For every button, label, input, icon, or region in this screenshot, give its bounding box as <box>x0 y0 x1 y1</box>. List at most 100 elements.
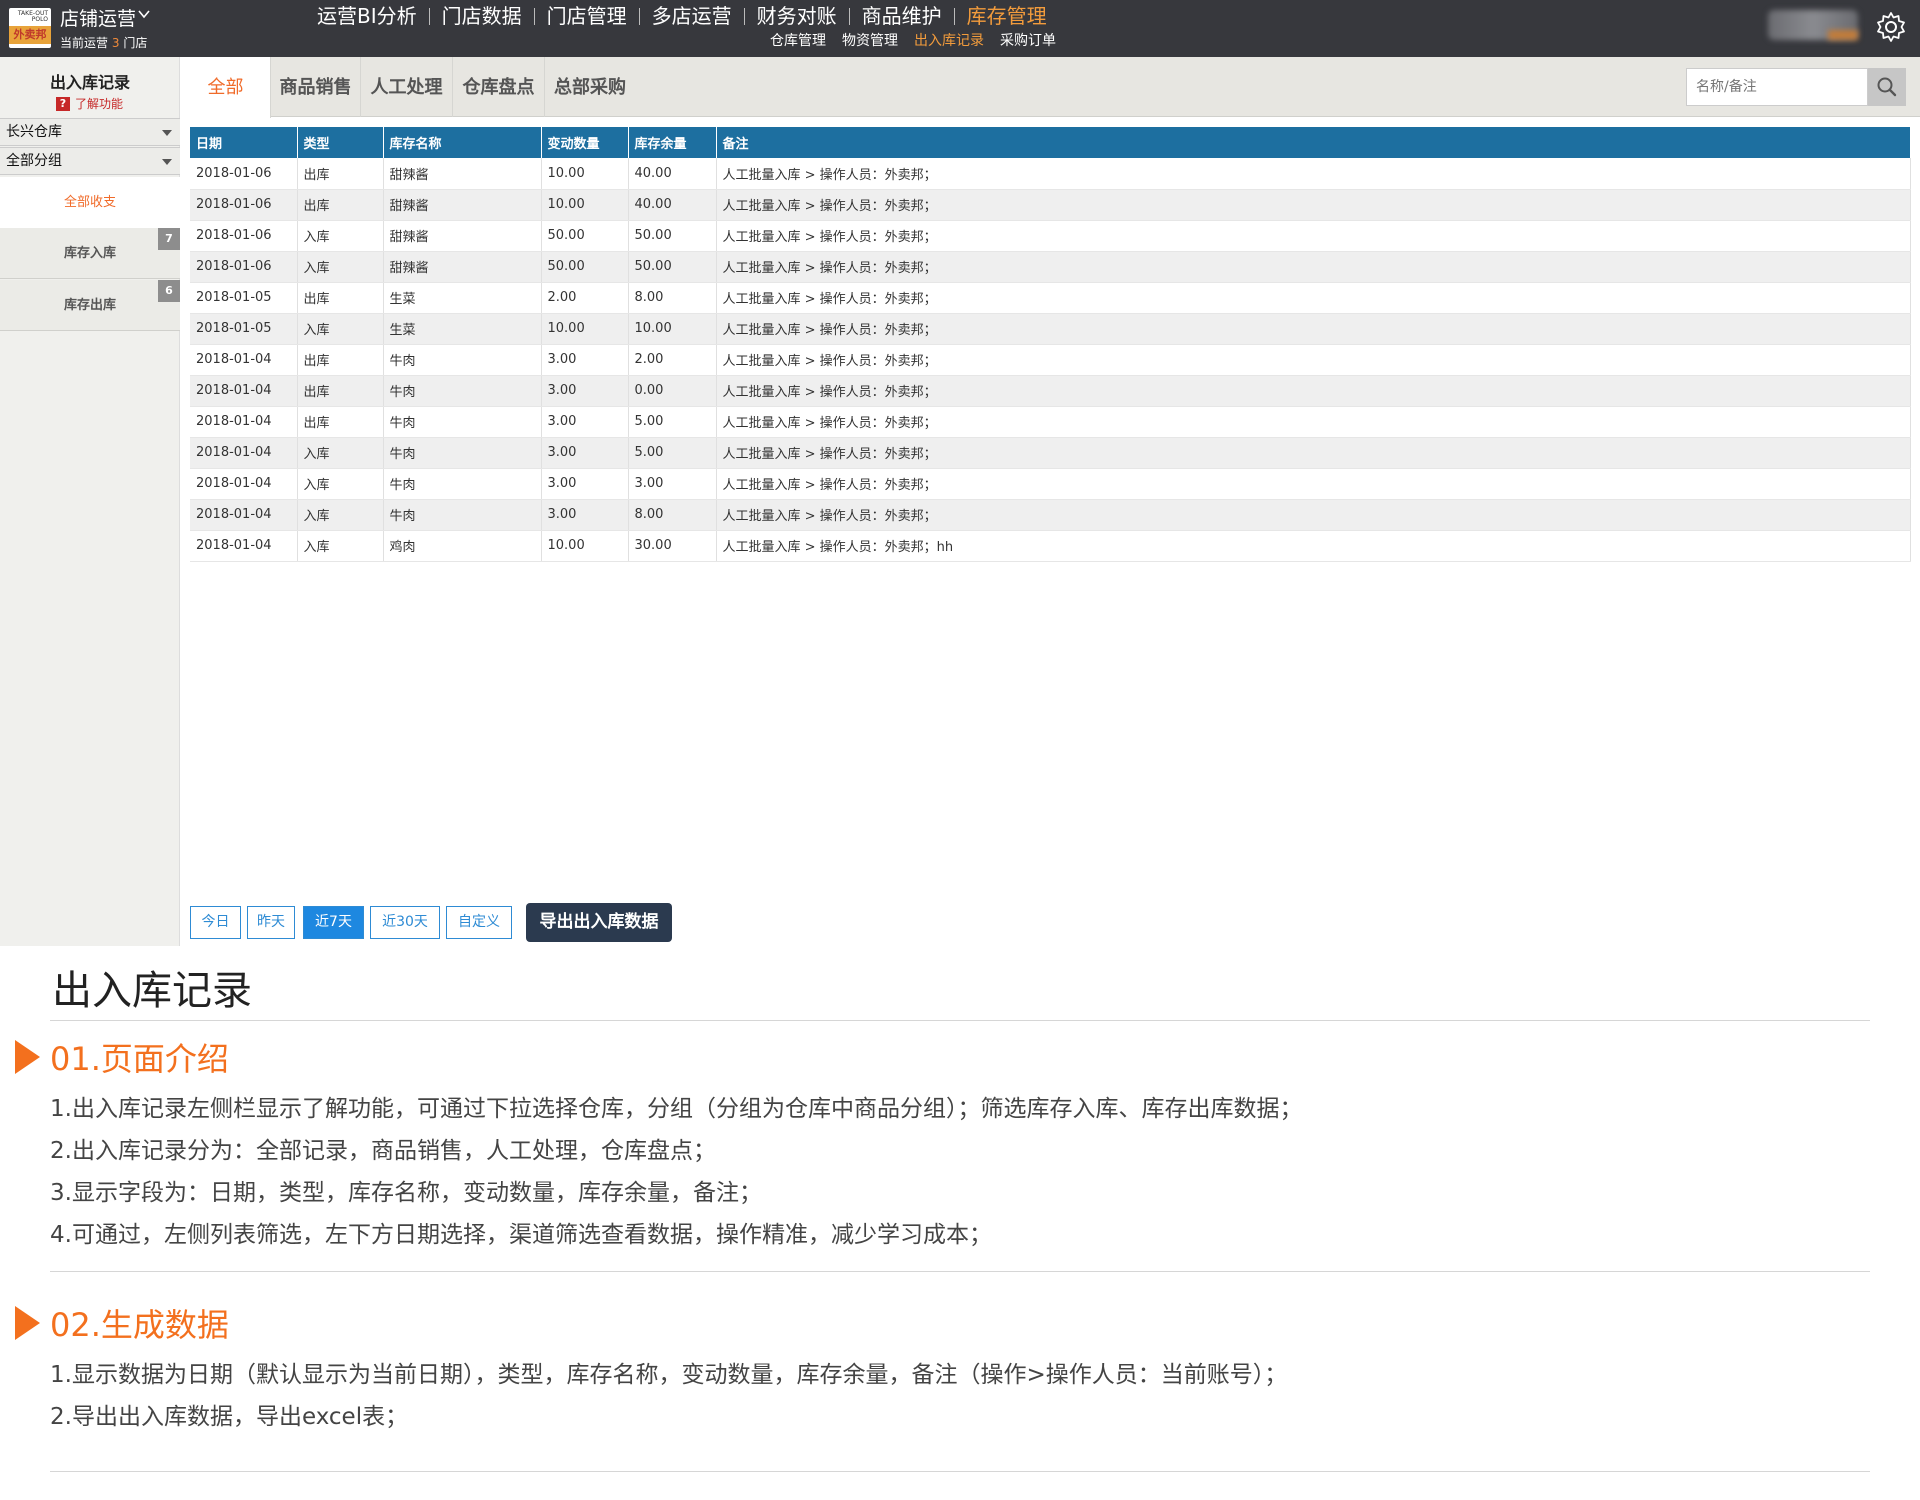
cell-change: 3.00 <box>541 499 629 531</box>
stock-records-table: 日期 类型 库存名称 变动数量 库存余量 备注 2018-01-06 出库 甜辣酱 1… <box>190 127 1911 562</box>
cell-note: 人工批量入库 > 操作人员：外卖邦； <box>716 468 1911 500</box>
sidebar-item-all[interactable]: 全部收支 <box>0 177 180 228</box>
nav-store-data[interactable]: 门店数据 <box>430 3 534 29</box>
subnav-stock-records[interactable]: 出入库记录 <box>914 31 984 51</box>
table-row[interactable]: 2018-01-04 入库 牛肉 3.00 3.00 人工批量入库 > 操作人员：外卖邦； <box>190 468 1911 500</box>
chevron-down-icon[interactable] <box>138 8 150 20</box>
cell-name: 牛肉 <box>383 406 542 438</box>
cell-note: 人工批量入库 > 操作人员：外卖邦； <box>716 499 1911 531</box>
table-row[interactable]: 2018-01-04 出库 牛肉 3.00 2.00 人工批量入库 > 操作人员：外卖邦； <box>190 344 1911 376</box>
cell-name: 甜辣酱 <box>383 189 542 221</box>
column-header-balance[interactable]: 库存余量 <box>628 127 717 158</box>
column-header-date[interactable]: 日期 <box>190 127 298 158</box>
tab-sales[interactable]: 商品销售 <box>271 57 361 117</box>
cell-date: 2018-01-04 <box>190 468 298 500</box>
date-today-button[interactable]: 今日 <box>190 906 241 939</box>
cell-type: 入库 <box>297 437 384 469</box>
cell-date: 2018-01-06 <box>190 251 298 283</box>
sidebar-item-stock-out[interactable]: 库存出库 6 <box>0 280 180 331</box>
cell-balance: 50.00 <box>628 251 717 283</box>
cell-note: 人工批量入库 > 操作人员：外卖邦； <box>716 282 1911 314</box>
nav-store-management[interactable]: 门店管理 <box>535 3 639 29</box>
table-row[interactable]: 2018-01-04 入库 牛肉 3.00 5.00 人工批量入库 > 操作人员：外卖邦； <box>190 437 1911 469</box>
store-sub-suffix: 门店 <box>123 36 148 50</box>
left-sidebar: 出入库记录 ? 了解功能 长兴仓库 全部分组 全部收支 库存入库 7 库存出库 … <box>0 57 180 946</box>
table-row[interactable]: 2018-01-04 入库 鸡肉 10.00 30.00 人工批量入库 > 操作人员：外卖… <box>190 530 1911 562</box>
tab-manual[interactable]: 人工处理 <box>361 57 453 117</box>
section1-line: 3.显示字段为：日期，类型，库存名称，变动数量，库存余量，备注； <box>50 1180 762 1206</box>
cell-balance: 8.00 <box>628 499 717 531</box>
store-switcher[interactable]: 店铺运营 <box>60 4 136 31</box>
date-30days-button[interactable]: 近30天 <box>370 906 440 939</box>
gear-icon[interactable] <box>1874 10 1908 44</box>
cell-note: 人工批量入库 > 操作人员：外卖邦； <box>716 189 1911 221</box>
subnav-materials[interactable]: 物资管理 <box>842 31 898 51</box>
nav-product[interactable]: 商品维护 <box>850 3 954 29</box>
cell-type: 出库 <box>297 344 384 376</box>
cell-type: 入库 <box>297 499 384 531</box>
date-yesterday-button[interactable]: 昨天 <box>247 906 295 939</box>
cell-name: 牛肉 <box>383 344 542 376</box>
subnav-purchase-orders[interactable]: 采购订单 <box>1000 31 1056 51</box>
cell-name: 甜辣酱 <box>383 251 542 283</box>
divider <box>50 1020 1870 1021</box>
column-header-type[interactable]: 类型 <box>297 127 384 158</box>
sidebar-item-stock-in[interactable]: 库存入库 7 <box>0 228 180 279</box>
search-input[interactable] <box>1686 68 1868 106</box>
tab-hq-purchase[interactable]: 总部采购 <box>545 57 635 117</box>
table-row[interactable]: 2018-01-05 出库 生菜 2.00 8.00 人工批量入库 > 操作人员：外卖邦； <box>190 282 1911 314</box>
date-custom-button[interactable]: 自定义 <box>446 906 512 939</box>
cell-type: 入库 <box>297 313 384 345</box>
nav-multi-store[interactable]: 多店运营 <box>640 3 744 29</box>
export-button[interactable]: 导出出入库数据 <box>526 903 672 942</box>
cell-date: 2018-01-04 <box>190 499 298 531</box>
group-select[interactable]: 全部分组 <box>0 147 180 175</box>
table-row[interactable]: 2018-01-04 入库 牛肉 3.00 8.00 人工批量入库 > 操作人员：外卖邦； <box>190 499 1911 531</box>
nav-finance[interactable]: 财务对账 <box>745 3 849 29</box>
cell-type: 入库 <box>297 251 384 283</box>
section-heading-2: 02.生成数据 <box>15 1300 229 1346</box>
cell-change: 3.00 <box>541 344 629 376</box>
cell-balance: 8.00 <box>628 282 717 314</box>
column-header-change[interactable]: 变动数量 <box>541 127 629 158</box>
nav-bi-analysis[interactable]: 运营BI分析 <box>305 3 429 29</box>
column-header-name[interactable]: 库存名称 <box>383 127 542 158</box>
sidebar-item-label: 库存出库 <box>63 298 116 313</box>
cell-name: 牛肉 <box>383 499 542 531</box>
warehouse-select[interactable]: 长兴仓库 <box>0 118 180 146</box>
cell-type: 出库 <box>297 375 384 407</box>
section1-line: 1.出入库记录左侧栏显示了解功能，可通过下拉选择仓库，分组（分组为仓库中商品分组… <box>50 1096 1303 1122</box>
table-row[interactable]: 2018-01-06 入库 甜辣酱 50.00 50.00 人工批量入库 > 操作人员：外… <box>190 220 1911 252</box>
cell-note: 人工批量入库 > 操作人员：外卖邦； <box>716 251 1911 283</box>
table-row[interactable]: 2018-01-06 入库 甜辣酱 50.00 50.00 人工批量入库 > 操作人员：外… <box>190 251 1911 283</box>
cell-change: 10.00 <box>541 189 629 221</box>
section2-line: 2.导出出入库数据，导出excel表； <box>50 1404 409 1430</box>
section-heading-1: 01.页面介绍 <box>15 1034 229 1080</box>
search-icon[interactable] <box>1868 68 1906 106</box>
date-7days-button[interactable]: 近7天 <box>303 906 364 939</box>
logo-top-text: TAKE-OUT POLO <box>17 10 48 23</box>
cell-change: 10.00 <box>541 158 629 190</box>
column-header-note[interactable]: 备注 <box>716 127 1911 158</box>
table-row[interactable]: 2018-01-05 入库 生菜 10.00 10.00 人工批量入库 > 操作人员：外卖… <box>190 313 1911 345</box>
logo-text: 外卖邦 <box>9 26 51 44</box>
table-row[interactable]: 2018-01-06 出库 甜辣酱 10.00 40.00 人工批量入库 > 操作人员：外… <box>190 189 1911 221</box>
brand-logo[interactable]: TAKE-OUT POLO 外卖邦 <box>9 8 51 48</box>
table-row[interactable]: 2018-01-04 出库 牛肉 3.00 5.00 人工批量入库 > 操作人员：外卖邦； <box>190 406 1911 438</box>
tab-stocktake[interactable]: 仓库盘点 <box>453 57 545 117</box>
table-body: 2018-01-06 出库 甜辣酱 10.00 40.00 人工批量入库 > 操作人员：外… <box>190 158 1911 562</box>
cell-note: 人工批量入库 > 操作人员：外卖邦； <box>716 437 1911 469</box>
help-link[interactable]: ? 了解功能 <box>56 95 123 112</box>
table-row[interactable]: 2018-01-06 出库 甜辣酱 10.00 40.00 人工批量入库 > 操作人员：外… <box>190 158 1911 190</box>
cell-note: 人工批量入库 > 操作人员：外卖邦； <box>716 344 1911 376</box>
user-account-blurred-detail <box>1828 30 1858 40</box>
nav-inventory[interactable]: 库存管理 <box>955 3 1059 29</box>
cell-balance: 3.00 <box>628 468 717 500</box>
subnav-warehouse[interactable]: 仓库管理 <box>770 31 826 51</box>
section1-line: 2.出入库记录分为：全部记录，商品销售，人工处理，仓库盘点； <box>50 1138 716 1164</box>
sidebar-item-label: 全部收支 <box>63 195 116 210</box>
cell-note: 人工批量入库 > 操作人员：外卖邦； <box>716 406 1911 438</box>
cell-balance: 2.00 <box>628 344 717 376</box>
tab-all[interactable]: 全部 <box>181 57 271 118</box>
table-row[interactable]: 2018-01-04 出库 牛肉 3.00 0.00 人工批量入库 > 操作人员：外卖邦； <box>190 375 1911 407</box>
